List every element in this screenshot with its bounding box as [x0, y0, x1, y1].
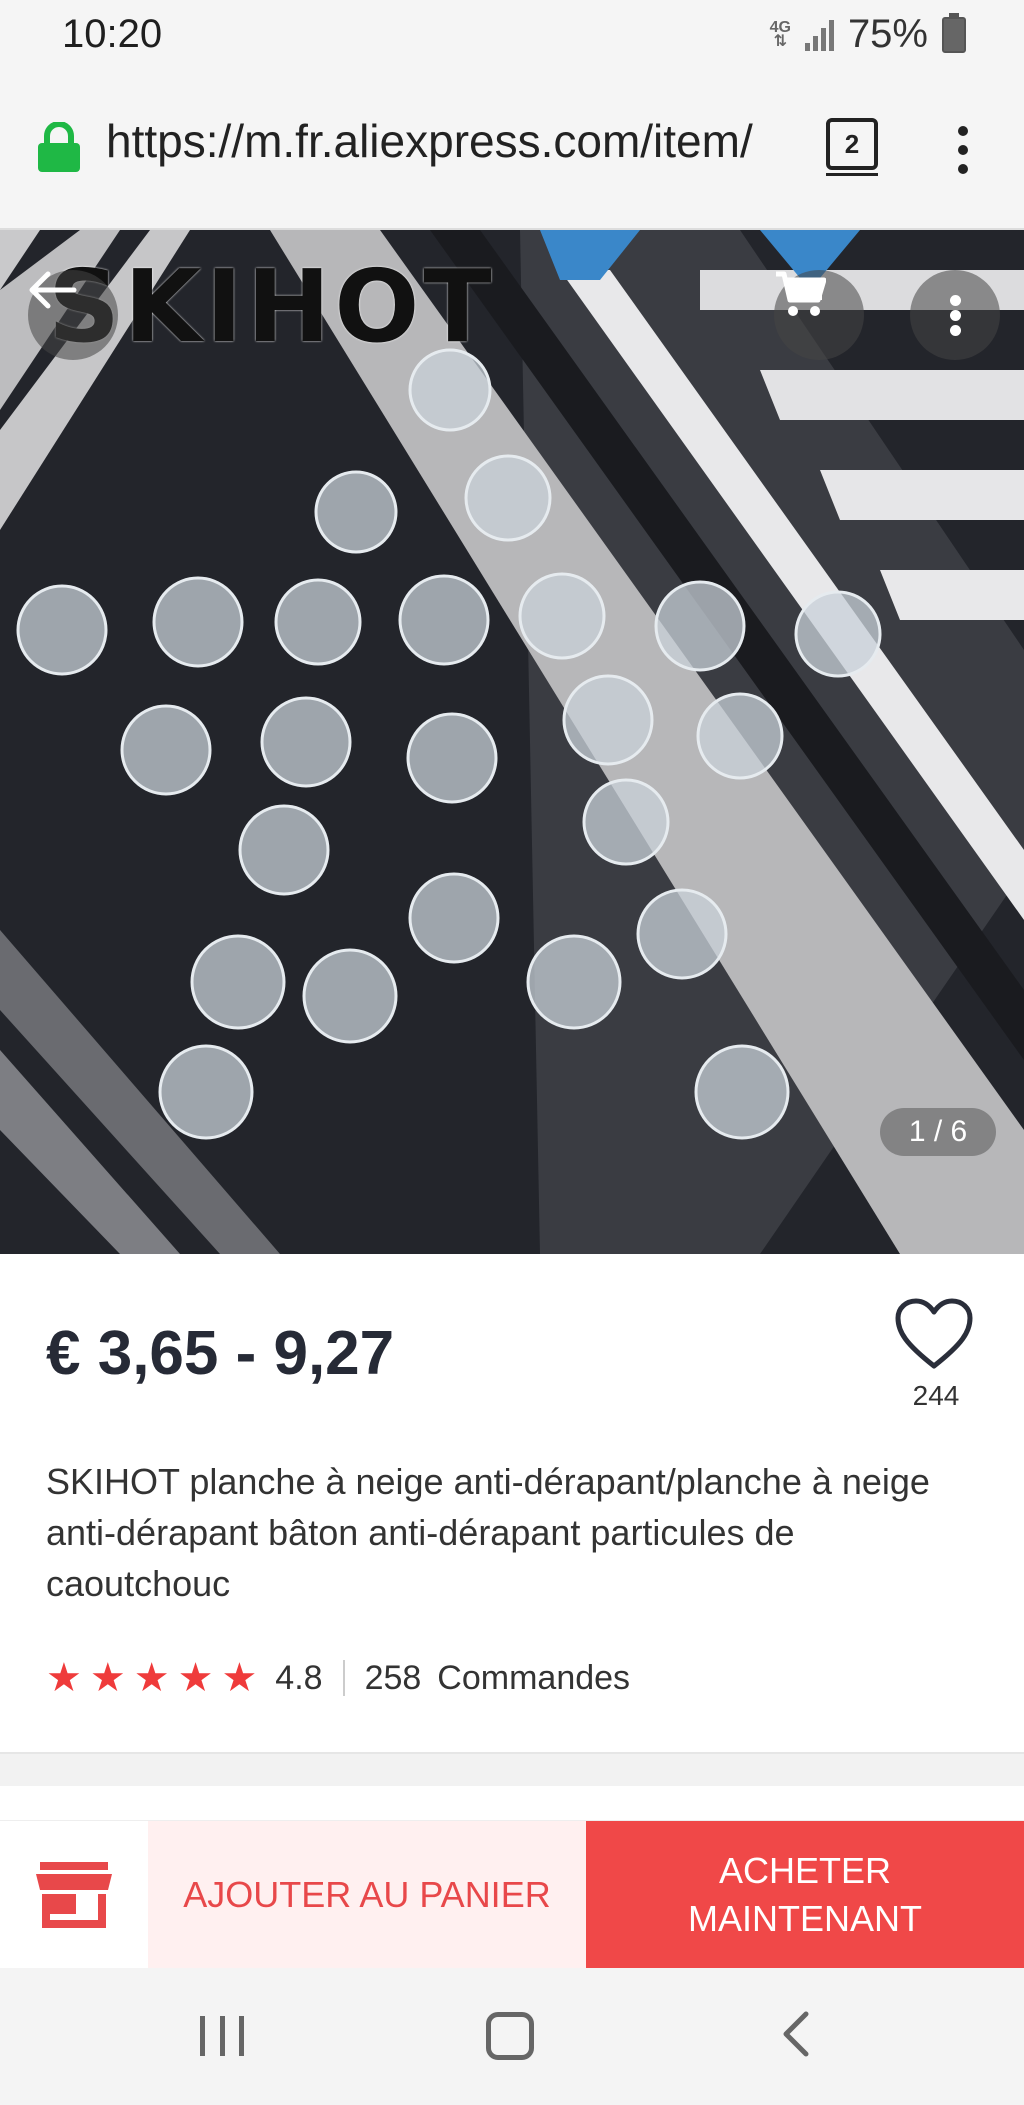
image-counter: 1 / 6	[880, 1108, 996, 1156]
orders-count: 258	[364, 1658, 422, 1697]
more-icon	[949, 291, 961, 340]
wishlist-count: 244	[912, 1380, 960, 1411]
product-photo	[0, 230, 1024, 1254]
back-arrow-icon	[29, 271, 77, 309]
heart-icon	[895, 1298, 973, 1369]
menu-icon[interactable]	[948, 122, 978, 178]
tabs-icon[interactable]: 2	[826, 118, 878, 176]
store-button[interactable]	[0, 1821, 148, 1969]
orders-label: Commandes	[437, 1658, 631, 1697]
rating-value: 4.8	[275, 1658, 323, 1697]
home-icon[interactable]	[486, 2012, 534, 2060]
product-title: SKIHOT planche à neige anti-dérapant/pla…	[46, 1461, 930, 1604]
product-image[interactable]: SKIHOT 1 / 6	[0, 230, 1024, 1254]
buy-now-button[interactable]: ACHETER MAINTENANT	[586, 1821, 1024, 1969]
add-to-cart-button[interactable]: AJOUTER AU PANIER	[148, 1821, 586, 1969]
divider	[342, 1660, 345, 1696]
signal-icon	[804, 19, 834, 51]
star-icon: ★	[46, 1656, 82, 1700]
rating-row[interactable]: ★ ★ ★ ★ ★ 4.8 258 Commandes	[46, 1658, 630, 1698]
lock-icon	[38, 122, 80, 172]
cart-icon	[776, 271, 826, 316]
store-icon	[36, 1862, 112, 1928]
star-icon: ★	[89, 1656, 126, 1700]
status-time: 10:20	[62, 12, 163, 56]
browser-toolbar: https://m.fr.aliexpress.com/item/ 2	[0, 70, 1024, 230]
status-bar: 10:20 4G ⇅ 75%	[0, 0, 1024, 70]
more-options-button[interactable]	[910, 270, 1000, 360]
wishlist-button[interactable]	[892, 1298, 976, 1375]
back-button[interactable]	[28, 270, 118, 360]
nav-back-icon[interactable]	[780, 2010, 810, 2058]
section-divider	[0, 1752, 1024, 1786]
battery-icon	[942, 12, 966, 53]
battery-percent: 75%	[847, 12, 928, 56]
network-indicator: 4G ⇅	[769, 18, 791, 50]
system-nav-bar	[0, 1968, 1024, 2105]
star-icon: ★	[221, 1656, 258, 1700]
url-field[interactable]: https://m.fr.aliexpress.com/item/	[106, 114, 786, 168]
star-icon: ★	[177, 1656, 214, 1700]
recent-apps-icon[interactable]	[200, 2016, 244, 2056]
star-rating: ★ ★ ★ ★ ★	[46, 1658, 257, 1698]
product-price: € 3,65 - 9,27	[46, 1319, 395, 1388]
star-icon: ★	[133, 1656, 170, 1700]
cart-button[interactable]	[774, 270, 864, 360]
action-bar: AJOUTER AU PANIER ACHETER MAINTENANT	[0, 1820, 1024, 1969]
